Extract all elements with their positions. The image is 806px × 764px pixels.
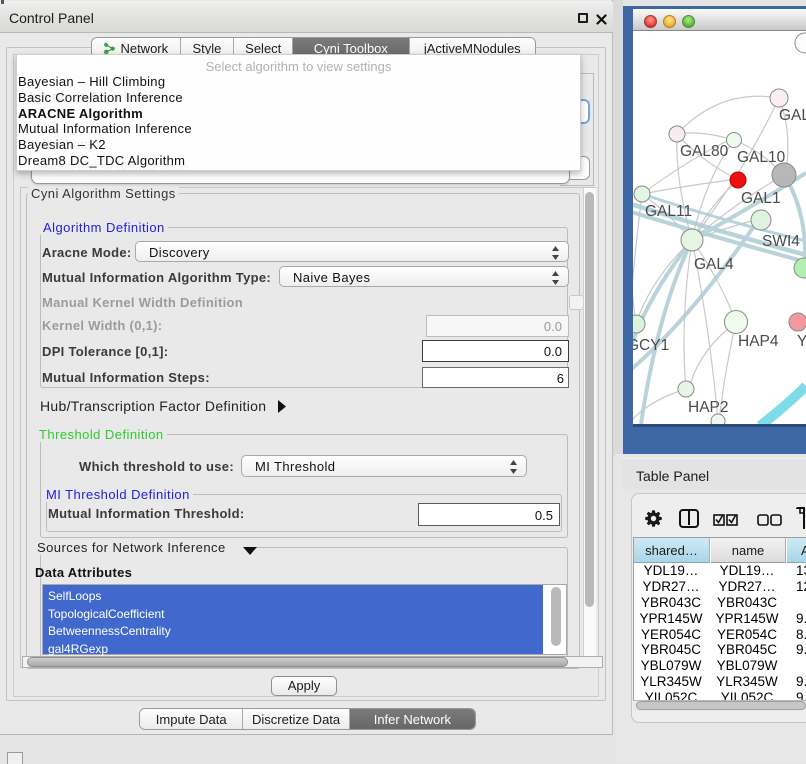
svg-text:GCY1: GCY1 [633, 337, 669, 354]
svg-text:GAL7: GAL7 [779, 107, 806, 124]
svg-text:GAL80: GAL80 [680, 143, 729, 160]
svg-text:GAL11: GAL11 [645, 203, 692, 220]
svg-text:GAL10: GAL10 [737, 149, 786, 166]
svg-text:GAL1: GAL1 [741, 190, 781, 207]
svg-text:SWI4: SWI4 [762, 233, 800, 250]
svg-text:HAP4: HAP4 [738, 333, 779, 350]
svg-text:GAL4: GAL4 [694, 256, 734, 273]
svg-text:HAP2: HAP2 [688, 399, 729, 416]
svg-text:Y: Y [797, 333, 806, 350]
